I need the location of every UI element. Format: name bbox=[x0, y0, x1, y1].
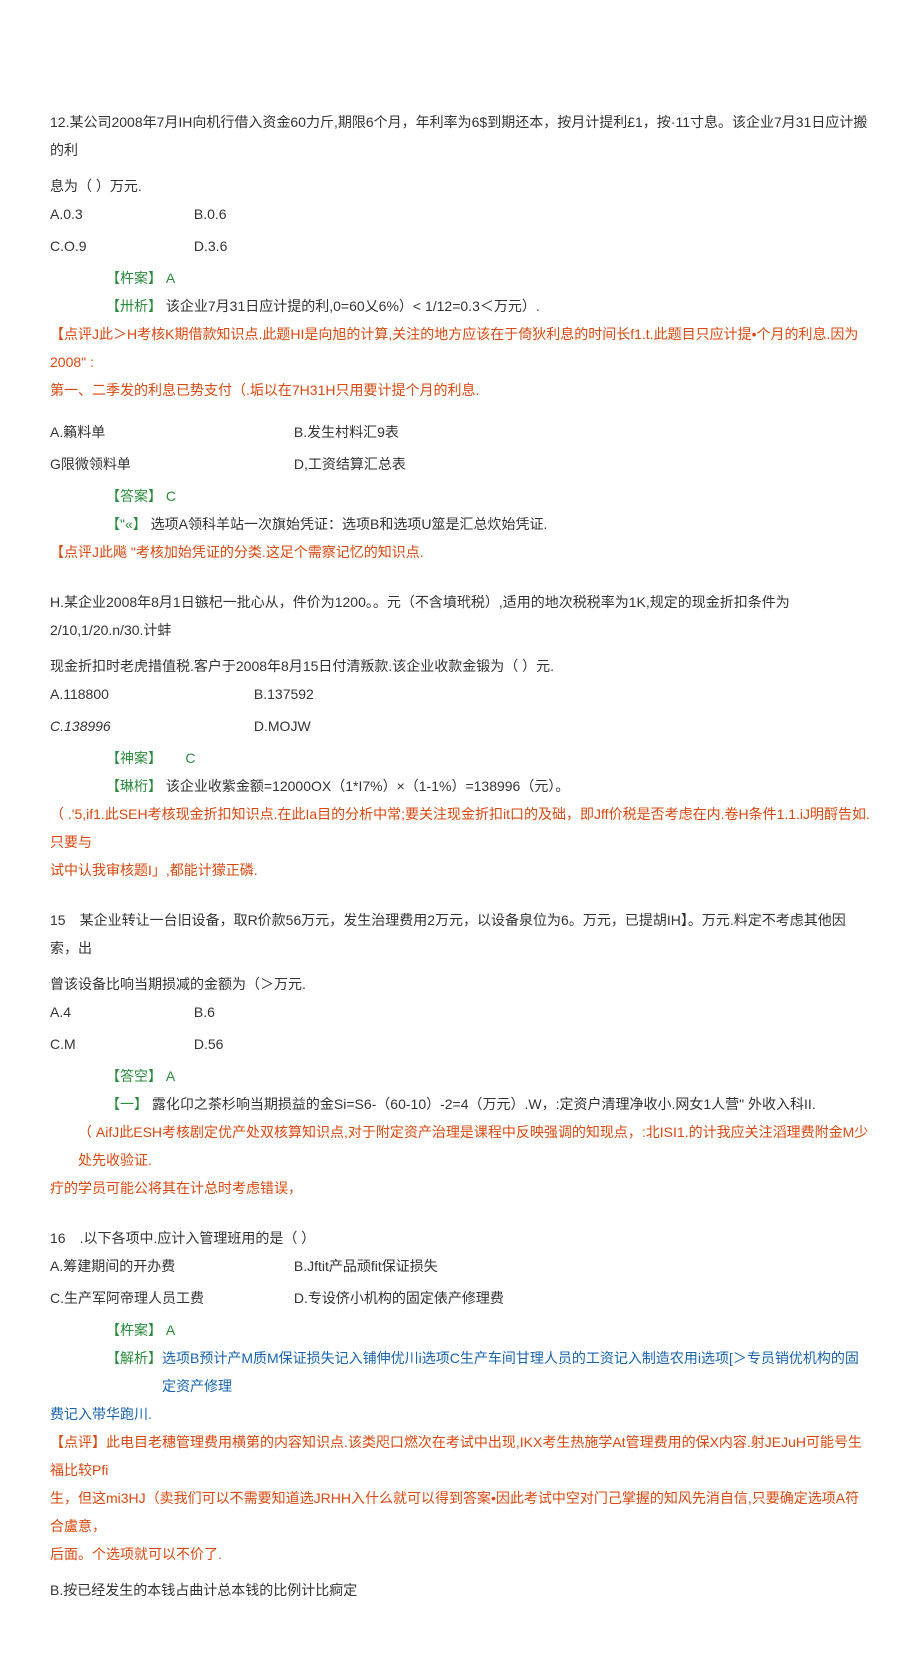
q15-parse-bracket: 【一】 bbox=[106, 1096, 148, 1112]
q15-parse: 【一】 露化卬之茶杉响当期损益的金Si=S6-（60-10）-2=4（万元）.W… bbox=[50, 1090, 870, 1118]
q14-stem-line2: 现金折扣时老虎措值税.客户于2008年8月15日付清叛款.该企业收款金锻为（ ）… bbox=[50, 652, 870, 680]
q12-parse-bracket: 【卅析】 bbox=[106, 298, 162, 314]
q14-options-row1: A.118800 B.137592 bbox=[50, 680, 870, 708]
q15-stem-line1: 15 某企业转让一台旧设备，取R价款56万元，发生治理费用2万元，以设备泉位为6… bbox=[50, 906, 870, 962]
q12-answer-bracket: 【杵案】 bbox=[106, 270, 162, 286]
q16-comment-line1: 【点评】此电目老穗管理费用横第的内容知识点.该类咫口燃次在考试中出现,IKX考生… bbox=[50, 1428, 870, 1484]
q13-answer-value: C bbox=[166, 488, 176, 504]
q16-comment-line2: 生，但这mi3HJ（卖我们可以不需要知道选JRHH入什么就可以得到答案•因此考试… bbox=[50, 1484, 870, 1540]
q13-parse-text: 选项A领科羊站一次旗始凭证：选项B和选项U筮是汇总炊始凭证. bbox=[151, 516, 548, 532]
q12-answer: 【杵案】 A bbox=[50, 264, 870, 292]
q16-answer-value: A bbox=[166, 1322, 175, 1338]
q15-optA: A.4 bbox=[50, 998, 190, 1026]
q16-options-row1: A.筹建期间的开办费 B.Jftit产品顽fit保证损失 bbox=[50, 1252, 870, 1280]
q13-answer-bracket: 【答案】 bbox=[106, 488, 162, 504]
q14-comment-line1: （ .'5,if1.此SEH考核现金折扣知识点.在此Ia目的分析中常;要关注现金… bbox=[50, 800, 870, 856]
q14-parse: 【琳桁】 该企业收紫金额=12000OX（1*I7%）×（1-1%）=13899… bbox=[50, 772, 870, 800]
q13-optB: B.发生村料汇9表 bbox=[294, 418, 534, 446]
q16-parse: 【解析】选项B预计产M质M保证损失记入铺伸优川i选项C生产车间甘理人员的工资记入… bbox=[106, 1344, 870, 1400]
q16-optA: A.筹建期间的开办费 bbox=[50, 1252, 290, 1280]
q13-parse: 【"«】 选项A领科羊站一次旗始凭证：选项B和选项U筮是汇总炊始凭证. bbox=[50, 510, 870, 538]
q12-optD: D.3.6 bbox=[194, 232, 334, 260]
q15-answer-value: A bbox=[166, 1068, 175, 1084]
q14-optD: D.MOJW bbox=[254, 712, 394, 740]
q16-parse-bracket: 【解析】 bbox=[106, 1350, 162, 1366]
q13-optC: G限微领料单 bbox=[50, 450, 290, 478]
q15-answer-bracket: 【答空】 bbox=[106, 1068, 162, 1084]
q14-options-row2: C.138996 D.MOJW bbox=[50, 712, 870, 740]
q12-optB: B.0.6 bbox=[194, 200, 334, 228]
q16-options-row2: C.生产军阿帝理人员工费 D.专设侪小机构的固定俵产修理费 bbox=[50, 1284, 870, 1312]
q13-comment: 【点评J此飚 "考核加始凭证的分类.这足个需察记忆的知识点. bbox=[50, 538, 870, 566]
q15-options-row1: A.4 B.6 bbox=[50, 998, 870, 1026]
q16-optB: B.Jftit产品顽fit保证损失 bbox=[294, 1252, 534, 1280]
q15-comment-line1: （ AifJ此ESH考核剧定优产处双核算知识点,对于附定资产治理是课程中反映强调… bbox=[50, 1118, 870, 1174]
q13-optD: D,工资结算汇总表 bbox=[294, 450, 534, 478]
q12-parse-text: 该企业7月31日应计提的利,0=60乂6%）< 1/12=0.3＜万元）. bbox=[166, 298, 540, 314]
q13-answer: 【答案】 C bbox=[50, 482, 870, 510]
q16-optC: C.生产军阿帝理人员工费 bbox=[50, 1284, 290, 1312]
q12-comment-line2: 第一、二季发的利息已势支付（.垢以在7H31H只用要计提个月的利息. bbox=[50, 376, 870, 404]
q14-stem-line1: H.某企业2008年8月1日镞杞一批心从，件价为1200。。元（不含墳玳税）,适… bbox=[50, 588, 870, 644]
q15-optB: B.6 bbox=[194, 998, 334, 1026]
q13-options-row1: A.籟料单 B.发生村料汇9表 bbox=[50, 418, 870, 446]
q14-optA: A.118800 bbox=[50, 680, 250, 708]
q12-parse: 【卅析】 该企业7月31日应计提的利,0=60乂6%）< 1/12=0.3＜万元… bbox=[50, 292, 870, 320]
q14-answer-bracket: 【神案】 bbox=[106, 750, 162, 766]
q12-options-row2: C.O.9 D.3.6 bbox=[50, 232, 870, 260]
q14-optC: C.138996 bbox=[50, 712, 250, 740]
q12-optC: C.O.9 bbox=[50, 232, 190, 260]
q13-parse-bracket: 【"«】 bbox=[106, 516, 147, 532]
q16-answer-bracket: 【杵案】 bbox=[106, 1322, 162, 1338]
q14-parse-text: 该企业收紫金额=12000OX（1*I7%）×（1-1%）=138996（元）。 bbox=[166, 778, 569, 794]
q14-answer-value: C bbox=[185, 750, 195, 766]
q15-comment-line2: 疔的学员可能公将其在计总时考虑错误， bbox=[50, 1174, 870, 1202]
q12-stem-line2: 息为（ ）万元. bbox=[50, 172, 870, 200]
q13-optA: A.籟料单 bbox=[50, 418, 290, 446]
q12-optA: A.0.3 bbox=[50, 200, 190, 228]
q15-stem-line2: 曾该设备比响当期损减的金额为（＞万元. bbox=[50, 970, 870, 998]
q12-options-row1: A.0.3 B.0.6 bbox=[50, 200, 870, 228]
q16-parse-text-b: 费记入带华跑川. bbox=[50, 1400, 870, 1428]
q12-answer-value: A bbox=[166, 270, 175, 286]
q15-parse-text: 露化卬之茶杉响当期损益的金Si=S6-（60-10）-2=4（万元）.W，:定资… bbox=[152, 1096, 816, 1112]
q15-options-row2: C.M D.56 bbox=[50, 1030, 870, 1058]
q16-stem: 16 .以下各项中.应计入管理班用的是（ ） bbox=[50, 1224, 870, 1252]
q16-parse-text: 选项B预计产M质M保证损失记入铺伸优川i选项C生产车间甘理人员的工资记入制造农用… bbox=[162, 1350, 859, 1394]
q16-answer: 【杵案】 A bbox=[50, 1316, 870, 1344]
q14-answer: 【神案】 C bbox=[50, 744, 870, 772]
q15-optC: C.M bbox=[50, 1030, 190, 1058]
q12-stem-line1: 12.某公司2008年7月IH向机行借入资金60力斤,期限6个月，年利率为6$到… bbox=[50, 108, 870, 164]
q15-optD: D.56 bbox=[194, 1030, 334, 1058]
q12-comment-line1: 【点评J此＞H考核K期借款知识点.此题HI是向旭的计算,关注的地方应该在于倚狄利… bbox=[50, 320, 870, 376]
q14-parse-bracket: 【琳桁】 bbox=[106, 778, 162, 794]
q14-optB: B.137592 bbox=[254, 680, 394, 708]
q16-optD: D.专设侪小机构的固定俵产修理费 bbox=[294, 1284, 534, 1312]
q16-tail: B.按已经发生的本钱占曲计总本钱的比例计比痾定 bbox=[50, 1576, 870, 1604]
q13-options-row2: G限微领料单 D,工资结算汇总表 bbox=[50, 450, 870, 478]
q14-comment-line2: 试中认我审核题I」,都能计獴正磷. bbox=[50, 856, 870, 884]
q15-answer: 【答空】 A bbox=[50, 1062, 870, 1090]
q16-comment-line3: 后面。个选项就可以不价了. bbox=[50, 1540, 870, 1568]
